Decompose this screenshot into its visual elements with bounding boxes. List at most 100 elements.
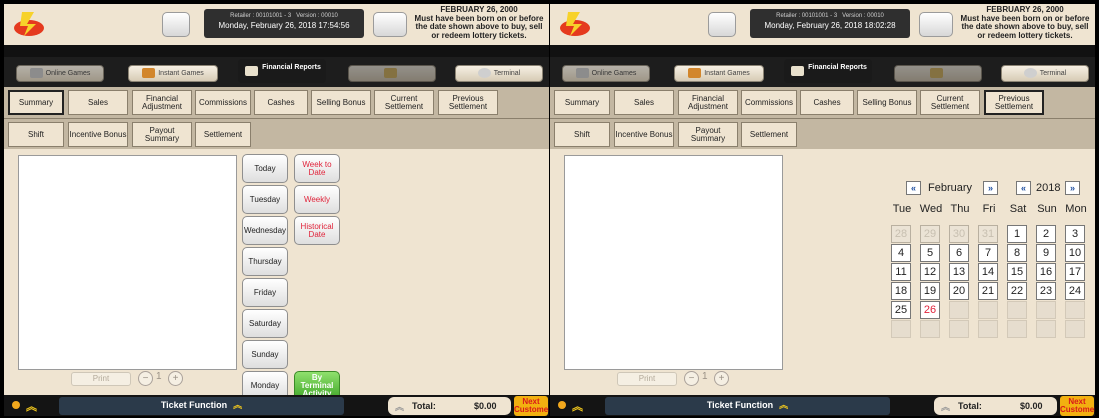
weekday-label: Sat <box>1009 203 1027 215</box>
next-month-button[interactable]: » <box>983 181 998 195</box>
calendar-day[interactable]: 15 <box>1007 263 1027 281</box>
tab-financial-reports[interactable]: Financial Reports <box>784 59 872 83</box>
calendar-day[interactable]: 7 <box>978 244 998 262</box>
calendar-day[interactable]: 11 <box>891 263 911 281</box>
subtab-previous-settlement[interactable]: Previous Settlement <box>438 90 498 115</box>
tab-instant-games[interactable]: Instant Games <box>674 65 764 82</box>
lock-button[interactable] <box>162 12 190 37</box>
prev-year-button[interactable]: « <box>1016 181 1031 195</box>
subtab-commissions[interactable]: Commissions <box>741 90 797 115</box>
ticket-function-button[interactable]: Ticket Function ︽ <box>605 397 890 415</box>
next-customer-button[interactable]: Next Customer <box>1060 396 1095 416</box>
subtab-selling-bonus[interactable]: Selling Bonus <box>857 90 917 115</box>
calendar-day[interactable]: 23 <box>1036 282 1056 300</box>
total-box[interactable]: ︽ Total: $0.00 <box>388 397 511 415</box>
subtab-selling-bonus[interactable]: Selling Bonus <box>311 90 371 115</box>
tab-disabled[interactable] <box>348 65 436 82</box>
calendar-day[interactable]: 4 <box>891 244 911 262</box>
subtab-commissions[interactable]: Commissions <box>195 90 251 115</box>
calendar-day[interactable]: 10 <box>1065 244 1085 262</box>
calendar-day[interactable]: 17 <box>1065 263 1085 281</box>
tab-disabled[interactable] <box>894 65 982 82</box>
calendar-day[interactable]: 24 <box>1065 282 1085 300</box>
calendar-day[interactable]: 25 <box>891 301 911 319</box>
subtab-current-settlement[interactable]: Current Settlement <box>920 90 980 115</box>
saturday-button[interactable]: Saturday <box>242 309 288 338</box>
prev-month-button[interactable]: « <box>906 181 921 195</box>
lock-button[interactable] <box>708 12 736 37</box>
calendar-day[interactable]: 16 <box>1036 263 1056 281</box>
ticket-function-button[interactable]: Ticket Function ︽ <box>59 397 344 415</box>
calendar-day[interactable]: 13 <box>949 263 969 281</box>
today-button[interactable]: Today <box>242 154 288 183</box>
tuesday-button[interactable]: Tuesday <box>242 185 288 214</box>
calendar-day[interactable]: 21 <box>978 282 998 300</box>
subtab-summary[interactable]: Summary <box>554 90 610 115</box>
calendar-day[interactable]: 22 <box>1007 282 1027 300</box>
prev-page-button[interactable]: − <box>684 371 699 386</box>
subtab-current-settlement[interactable]: Current Settlement <box>374 90 434 115</box>
tab-online-games[interactable]: Online Games <box>16 65 104 82</box>
tab-label: Financial Reports <box>808 64 867 71</box>
thursday-button[interactable]: Thursday <box>242 247 288 276</box>
calendar-day[interactable]: 8 <box>1007 244 1027 262</box>
calendar-day[interactable]: 9 <box>1036 244 1056 262</box>
subtab-cashes[interactable]: Cashes <box>254 90 308 115</box>
tab-terminal[interactable]: Terminal <box>455 65 543 82</box>
chevron-up-icon[interactable]: ︽ <box>26 398 37 414</box>
year-label: 2018 <box>1036 182 1061 194</box>
subtab-summary[interactable]: Summary <box>8 90 64 115</box>
next-year-button[interactable]: » <box>1065 181 1080 195</box>
subtab-incentive-bonus[interactable]: Incentive Bonus <box>68 122 128 147</box>
left-screen: Retailer : 00101001 - 3 Version : 00010 … <box>4 4 549 416</box>
prev-page-button[interactable]: − <box>138 371 153 386</box>
tab-instant-games[interactable]: Instant Games <box>128 65 218 82</box>
subtab-sales[interactable]: Sales <box>68 90 128 115</box>
calendar-day[interactable]: 20 <box>949 282 969 300</box>
mail-button[interactable] <box>919 12 953 37</box>
print-button[interactable]: Print <box>617 372 677 386</box>
calendar-day[interactable]: 12 <box>920 263 940 281</box>
subtab-settlement[interactable]: Settlement <box>195 122 251 147</box>
bottom-bar: ︽ Ticket Function ︽ ︽ Total: $0.00 Next C… <box>4 395 549 416</box>
next-customer-button[interactable]: Next Customer <box>514 396 549 416</box>
subtab-financial-adjustment[interactable]: Financial Adjustment <box>132 90 192 115</box>
week-to-date-button[interactable]: Week to Date <box>294 154 340 183</box>
calendar-day[interactable]: 5 <box>920 244 940 262</box>
calendar-empty-cell <box>1007 301 1027 319</box>
subtab-cashes[interactable]: Cashes <box>800 90 854 115</box>
mail-button[interactable] <box>373 12 407 37</box>
calendar-day-today[interactable]: 26 <box>920 301 940 319</box>
historical-date-button[interactable]: Historical Date <box>294 216 340 245</box>
calendar-day[interactable]: 6 <box>949 244 969 262</box>
total-box[interactable]: ︽ Total: $0.00 <box>934 397 1057 415</box>
tab-online-games[interactable]: Online Games <box>562 65 650 82</box>
tab-financial-reports[interactable]: Financial Reports <box>238 59 326 83</box>
friday-button[interactable]: Friday <box>242 278 288 307</box>
subtab-financial-adjustment[interactable]: Financial Adjustment <box>678 90 738 115</box>
tab-terminal[interactable]: Terminal <box>1001 65 1089 82</box>
calendar-day[interactable]: 14 <box>978 263 998 281</box>
print-button[interactable]: Print <box>71 372 131 386</box>
subtab-shift[interactable]: Shift <box>8 122 64 147</box>
subtab-shift[interactable]: Shift <box>554 122 610 147</box>
calendar-day[interactable]: 19 <box>920 282 940 300</box>
subtab-payout-summary[interactable]: Payout Summary <box>678 122 738 147</box>
subtab-sales[interactable]: Sales <box>614 90 674 115</box>
calendar-day[interactable]: 3 <box>1065 225 1085 243</box>
subtab-payout-summary[interactable]: Payout Summary <box>132 122 192 147</box>
subtab-previous-settlement[interactable]: Previous Settlement <box>984 90 1044 115</box>
calendar-day[interactable]: 2 <box>1036 225 1056 243</box>
weekday-label: Mon <box>1065 203 1087 215</box>
next-page-button[interactable]: + <box>714 371 729 386</box>
subtab-incentive-bonus[interactable]: Incentive Bonus <box>614 122 674 147</box>
next-page-button[interactable]: + <box>168 371 183 386</box>
retailer-id: Retailer : 00101001 - 3 <box>230 13 292 19</box>
chevron-up-icon[interactable]: ︽ <box>572 398 583 414</box>
wednesday-button[interactable]: Wednesday <box>242 216 288 245</box>
weekly-button[interactable]: Weekly <box>294 185 340 214</box>
calendar-day[interactable]: 18 <box>891 282 911 300</box>
calendar-day[interactable]: 1 <box>1007 225 1027 243</box>
subtab-settlement[interactable]: Settlement <box>741 122 797 147</box>
sunday-button[interactable]: Sunday <box>242 340 288 369</box>
